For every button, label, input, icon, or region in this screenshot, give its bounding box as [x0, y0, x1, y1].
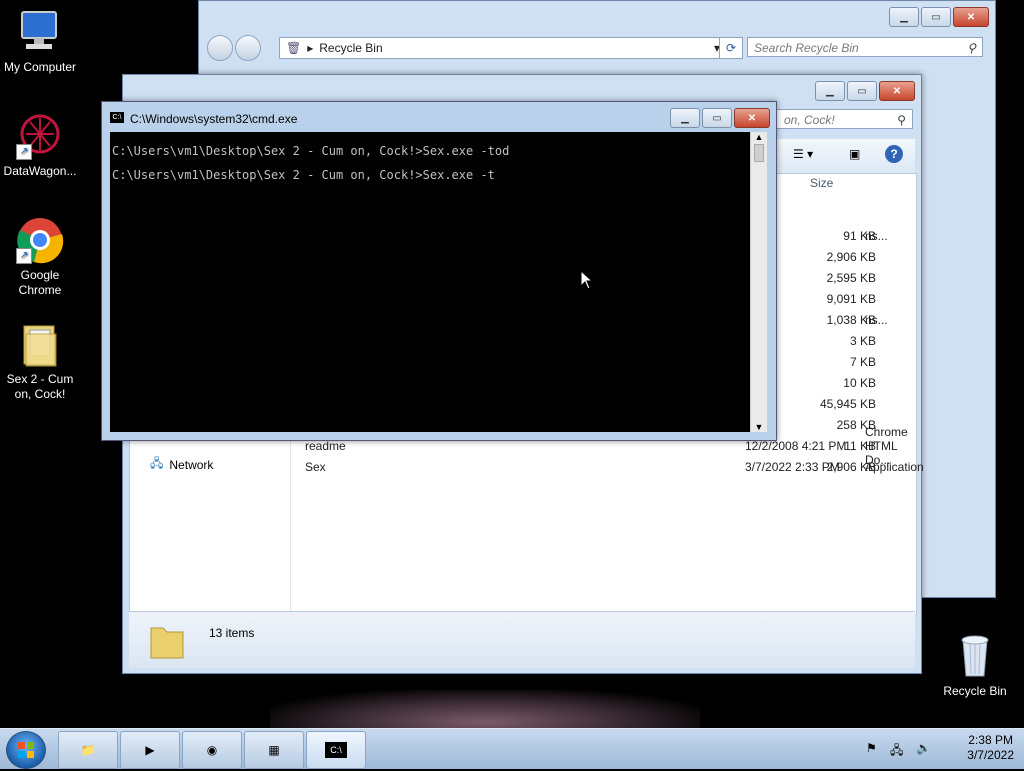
desktop-icon-my-computer[interactable]: My Computer: [0, 8, 80, 75]
file-size: 45,945 KB: [819, 397, 876, 411]
desktop-icon-label: Sex 2 - Cum on, Cock!: [6, 372, 74, 401]
computer-icon: [16, 8, 64, 56]
taskbar-explorer-button[interactable]: 📁: [58, 731, 118, 769]
file-size: 3 KB: [849, 334, 876, 348]
clock[interactable]: 2:38 PM 3/7/2022: [967, 733, 1014, 763]
search-placeholder: Search Recycle Bin: [754, 41, 859, 55]
taskbar: 📁 ▶ ◉ ▦ C:\ ⚑ 🖧 🔈 2:38 PM 3/7/2022: [0, 728, 1024, 769]
search-placeholder: on, Cock!: [784, 113, 835, 127]
control-panel-icon: ▦: [268, 743, 280, 757]
minimize-button[interactable]: ▁: [670, 108, 700, 128]
recycle-bin-small-icon: 🗑: [286, 41, 302, 55]
desktop-icon-label: My Computer: [3, 60, 77, 74]
window-controls: ▁ ▭ ✕: [670, 108, 770, 128]
file-size: 2,906 KB: [826, 460, 876, 474]
cmd-icon: C:\: [325, 742, 347, 758]
wallpaper-art: [270, 690, 700, 730]
scroll-down-icon[interactable]: ▼: [751, 422, 767, 432]
vertical-scrollbar[interactable]: ▲ ▼: [750, 132, 767, 432]
shortcut-arrow-icon: ↗: [16, 248, 32, 264]
scroll-up-icon[interactable]: ▲: [751, 132, 767, 142]
window-controls: ▁ ▭ ✕: [815, 81, 915, 101]
search-icon: ⚲: [967, 41, 976, 55]
window-title: C:\Windows\system32\cmd.exe: [130, 112, 298, 126]
folder-icon: 📁: [80, 743, 96, 757]
recycle-bin-icon: [951, 632, 999, 680]
back-button[interactable]: [207, 35, 233, 61]
taskbar-control-panel-button[interactable]: ▦: [244, 731, 304, 769]
taskbar-chrome-button[interactable]: ◉: [182, 731, 242, 769]
desktop-icon-google-chrome[interactable]: ↗ Google Chrome: [0, 216, 80, 298]
clock-time: 2:38 PM: [968, 733, 1013, 747]
close-button[interactable]: ✕: [734, 108, 770, 128]
address-bar[interactable]: 🗑 ▸ Recycle Bin ▾: [279, 37, 727, 59]
chevron-right-icon: ▸: [307, 41, 314, 55]
file-size: 7 KB: [849, 355, 876, 369]
datawagon-icon: ↗: [16, 112, 64, 160]
file-name: readme: [305, 439, 346, 453]
taskbar-media-player-button[interactable]: ▶: [120, 731, 180, 769]
forward-button[interactable]: [235, 35, 261, 61]
table-row[interactable]: Sex 3/7/2022 2:33 PM Application 2,906 KB: [305, 457, 924, 477]
close-button[interactable]: ✕: [953, 7, 989, 27]
nav-label: Network: [169, 457, 214, 472]
mouse-cursor-icon: [580, 270, 594, 290]
chrome-icon: ◉: [206, 743, 218, 757]
file-size: 10 KB: [843, 376, 876, 390]
minimize-button[interactable]: ▁: [889, 7, 919, 27]
item-count: 13 items: [209, 626, 255, 640]
nav-item-network[interactable]: 🖧 Network: [150, 454, 213, 475]
clock-date: 3/7/2022: [967, 748, 1014, 762]
window-controls: ▁ ▭ ✕: [889, 7, 989, 27]
close-button[interactable]: ✕: [879, 81, 915, 101]
file-size: 91 KB: [843, 229, 876, 243]
cmd-icon: C:\: [110, 112, 124, 123]
search-input[interactable]: Search Recycle Bin ⚲: [747, 37, 983, 57]
desktop-icon-label: DataWagon...: [3, 164, 77, 178]
media-player-icon: ▶: [145, 743, 155, 757]
desktop-icon-datawagon[interactable]: ↗ DataWagon...: [0, 112, 80, 179]
minimize-button[interactable]: ▁: [815, 81, 845, 101]
folder-icon: [16, 320, 64, 368]
file-size: 9,091 KB: [826, 292, 876, 306]
network-tray-icon[interactable]: 🖧: [890, 741, 903, 762]
status-bar: 13 items: [129, 611, 915, 668]
folder-icon: [149, 620, 185, 663]
column-header-size[interactable]: Size: [810, 176, 833, 190]
preview-pane-icon[interactable]: ▣: [849, 147, 860, 161]
scroll-thumb[interactable]: [754, 144, 764, 162]
views-icon[interactable]: ☰ ▾: [793, 147, 813, 161]
file-size: 1,038 KB: [826, 313, 876, 327]
refresh-icon[interactable]: ⟳: [719, 37, 743, 59]
maximize-button[interactable]: ▭: [847, 81, 877, 101]
start-button[interactable]: [6, 731, 46, 769]
file-size: 2,906 KB: [826, 250, 876, 264]
maximize-button[interactable]: ▭: [921, 7, 951, 27]
search-icon: ⚲: [897, 113, 906, 127]
console-line: C:\Users\vm1\Desktop\Sex 2 - Cum on, Coc…: [112, 144, 510, 158]
desktop-icon-label: Recycle Bin: [943, 684, 1007, 698]
taskbar-cmd-button[interactable]: C:\: [306, 731, 366, 769]
console-output[interactable]: C:\Users\vm1\Desktop\Sex 2 - Cum on, Coc…: [110, 132, 750, 432]
desktop-icon-recycle-bin[interactable]: Recycle Bin: [935, 632, 1015, 699]
desktop-icon-label: Google Chrome: [18, 268, 62, 297]
volume-icon[interactable]: 🔈: [916, 741, 931, 755]
file-size: 2,595 KB: [826, 271, 876, 285]
console-line: C:\Users\vm1\Desktop\Sex 2 - Cum on, Coc…: [112, 168, 495, 182]
shortcut-arrow-icon: ↗: [16, 144, 32, 160]
address-text: Recycle Bin: [319, 41, 383, 55]
file-size: 11 KB: [844, 439, 876, 453]
file-name: Sex: [305, 460, 326, 474]
desktop-icon-sex2-folder[interactable]: Sex 2 - Cum on, Cock!: [0, 320, 80, 402]
action-center-icon[interactable]: ⚑: [866, 741, 877, 755]
maximize-button[interactable]: ▭: [702, 108, 732, 128]
network-icon: 🖧: [150, 456, 164, 470]
cmd-window[interactable]: C:\ C:\Windows\system32\cmd.exe ▁ ▭ ✕ C:…: [101, 101, 777, 441]
chrome-icon: ↗: [16, 216, 64, 264]
help-icon[interactable]: ?: [885, 145, 903, 163]
